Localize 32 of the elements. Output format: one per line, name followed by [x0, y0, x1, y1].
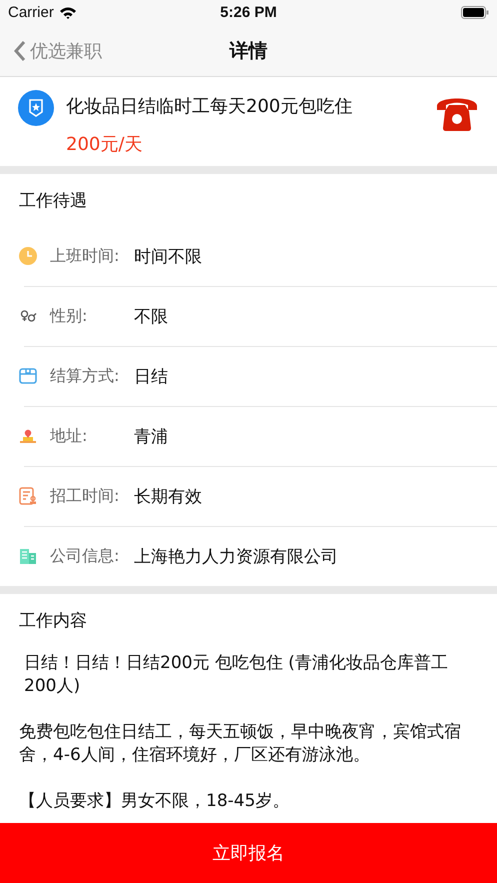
- back-chevron-icon: [14, 40, 26, 62]
- field-value: 不限: [134, 306, 168, 328]
- clock-icon: [18, 246, 38, 266]
- field-label: 性别:: [50, 306, 88, 326]
- field-label: 地址:: [50, 426, 88, 446]
- carrier-label: Carrier: [8, 4, 54, 21]
- description-paragraph: 【人员要求】男女不限，18-45岁。: [19, 790, 290, 813]
- page-title: 详情: [230, 40, 268, 62]
- job-title: 化妆品日结临时工每天200元包吃住: [66, 95, 354, 119]
- building-icon: [18, 546, 38, 566]
- back-button[interactable]: 优选兼职: [0, 38, 108, 64]
- field-value: 日结: [134, 366, 168, 388]
- field-value: 上海艳力人力资源有限公司: [134, 546, 338, 568]
- field-value: 时间不限: [134, 246, 202, 268]
- wallet-icon: [18, 366, 38, 386]
- description-paragraph: 日结！日结！日结200元 包吃包住 (青浦化妆品仓库普工200人): [23, 652, 449, 698]
- field-label: 结算方式:: [50, 366, 120, 386]
- document-stamp-icon: [18, 486, 38, 506]
- description-paragraph: 免费包吃包住日结工，每天五顿饭，早中晚夜宵，宾馆式宿舍，4-6人间，住宿环境好，厂区还有游泳池。: [19, 721, 462, 767]
- field-label: 公司信息:: [50, 546, 120, 566]
- field-value: 长期有效: [134, 486, 202, 508]
- shield-icon: [18, 90, 54, 126]
- field-label: 招工时间:: [50, 486, 120, 506]
- pay-rate: 200元/天: [66, 133, 142, 156]
- section-heading: 工作待遇: [19, 190, 87, 212]
- field-value: 青浦: [134, 426, 168, 448]
- field-label: 上班时间:: [50, 246, 120, 266]
- clock-time: 5:26 PM: [219, 4, 278, 21]
- section-heading: 工作内容: [19, 610, 87, 632]
- battery-icon: [460, 6, 489, 19]
- apply-button[interactable]: 立即报名: [0, 823, 497, 883]
- wifi-icon: [58, 6, 77, 19]
